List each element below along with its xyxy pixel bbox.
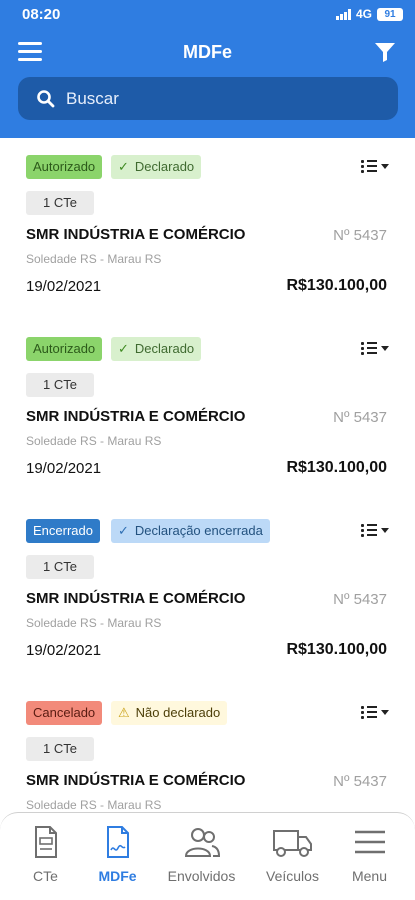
declaration-badge: ✓ Declaração encerrada xyxy=(111,519,270,543)
document-number: Nº 5437 xyxy=(333,773,387,790)
declaration-badge: ⚠ Não declarado xyxy=(111,701,228,725)
company-name: SMR INDÚSTRIA E COMÉRCIO xyxy=(26,590,246,607)
nav-label-envolvidos: Envolvidos xyxy=(167,868,236,884)
status-time: 08:20 xyxy=(22,6,61,23)
status-badge: Autorizado xyxy=(26,155,103,179)
options-button[interactable] xyxy=(361,705,391,721)
nav-label-mdfe: MDFe xyxy=(98,868,137,884)
declaration-badge: ✓ Declarado xyxy=(111,337,202,361)
document-number: Nº 5437 xyxy=(333,409,387,426)
cte-count-badge: 1 CTe xyxy=(26,191,94,215)
cte-count-badge: 1 CTe xyxy=(26,737,94,761)
warning-icon: ⚠ xyxy=(118,705,130,720)
chevron-down-icon xyxy=(381,710,389,715)
check-icon: ✓ xyxy=(118,341,129,356)
status-bar: 08:20 4G 91 xyxy=(0,0,415,28)
total-value: R$130.100,00 xyxy=(286,641,387,658)
nav-label-menu: Menu xyxy=(351,868,388,884)
cte-count-badge: 1 CTe xyxy=(26,373,94,397)
mdfe-list: Autorizado ✓ Declarado 1 CTe SMR INDÚSTRI… xyxy=(0,138,415,812)
bottom-navigation: CTe MDFe Envolvidos Veículos Menu xyxy=(0,812,415,900)
issue-date: 19/02/2021 xyxy=(26,460,102,477)
route: Soledade RS - Marau RS xyxy=(26,798,162,812)
total-value: R$130.100,00 xyxy=(286,277,387,294)
options-button[interactable] xyxy=(361,523,391,539)
nav-item-veiculos[interactable]: Veículos xyxy=(251,813,334,900)
company-name: SMR INDÚSTRIA E COMÉRCIO xyxy=(26,226,246,243)
nav-item-envolvidos[interactable]: Envolvidos xyxy=(160,813,243,900)
document-number: Nº 5437 xyxy=(333,591,387,608)
list-item[interactable]: Encerrado ✓ Declaração encerrada 1 CTe SM… xyxy=(0,502,415,662)
route: Soledade RS - Marau RS xyxy=(26,252,162,266)
document-number: Nº 5437 xyxy=(333,227,387,244)
declaration-label: Declarado xyxy=(134,341,195,356)
declaration-label: Declaração encerrada xyxy=(134,523,263,538)
nav-item-menu[interactable]: Menu xyxy=(328,813,411,900)
declaration-label: Não declarado xyxy=(135,705,221,720)
check-icon: ✓ xyxy=(118,523,129,538)
nav-label-cte: CTe xyxy=(33,868,58,884)
company-name: SMR INDÚSTRIA E COMÉRCIO xyxy=(26,408,246,425)
options-button[interactable] xyxy=(361,159,391,175)
search-icon xyxy=(37,90,55,108)
options-button[interactable] xyxy=(361,341,391,357)
status-indicators: 4G 91 xyxy=(335,7,403,21)
network-type: 4G xyxy=(355,7,372,21)
list-item[interactable]: Autorizado ✓ Declarado 1 CTe SMR INDÚSTRI… xyxy=(0,320,415,480)
total-value: R$130.100,00 xyxy=(286,459,387,476)
issue-date: 19/02/2021 xyxy=(26,642,102,659)
signal-bars-icon xyxy=(335,8,351,20)
route: Soledade RS - Marau RS xyxy=(26,616,162,630)
nav-item-cte[interactable]: CTe xyxy=(4,813,87,900)
list-item[interactable]: Autorizado ✓ Declarado 1 CTe SMR INDÚSTRI… xyxy=(0,138,415,298)
chevron-down-icon xyxy=(381,164,389,169)
status-badge: Cancelado xyxy=(26,701,103,725)
app-bar: MDFe Buscar xyxy=(0,28,415,138)
filter-funnel-icon xyxy=(375,43,395,62)
declaration-badge: ✓ Declarado xyxy=(111,155,202,179)
search-placeholder: Buscar xyxy=(66,89,119,108)
nav-item-mdfe[interactable]: MDFe xyxy=(76,813,159,900)
status-badge: Autorizado xyxy=(26,337,103,361)
cte-count-badge: 1 CTe xyxy=(26,555,94,579)
filter-button[interactable] xyxy=(373,40,397,64)
check-icon: ✓ xyxy=(118,159,129,174)
status-badge: Encerrado xyxy=(26,519,100,543)
document-signature-icon xyxy=(106,826,129,858)
issue-date: 19/02/2021 xyxy=(26,278,102,295)
truck-icon xyxy=(272,830,312,857)
page-title: MDFe xyxy=(183,42,232,62)
chevron-down-icon xyxy=(381,346,389,351)
search-input[interactable]: Buscar xyxy=(18,77,398,120)
battery-icon: 91 xyxy=(377,7,403,21)
hamburger-menu-icon xyxy=(354,830,385,854)
people-icon xyxy=(184,828,220,857)
company-name: SMR INDÚSTRIA E COMÉRCIO xyxy=(26,772,246,789)
declaration-label: Declarado xyxy=(134,159,195,174)
document-icon xyxy=(34,826,57,858)
nav-label-veiculos: Veículos xyxy=(266,868,319,884)
route: Soledade RS - Marau RS xyxy=(26,434,162,448)
chevron-down-icon xyxy=(381,528,389,533)
list-item[interactable]: Cancelado ⚠ Não declarado 1 CTe SMR INDÚS… xyxy=(0,684,415,812)
